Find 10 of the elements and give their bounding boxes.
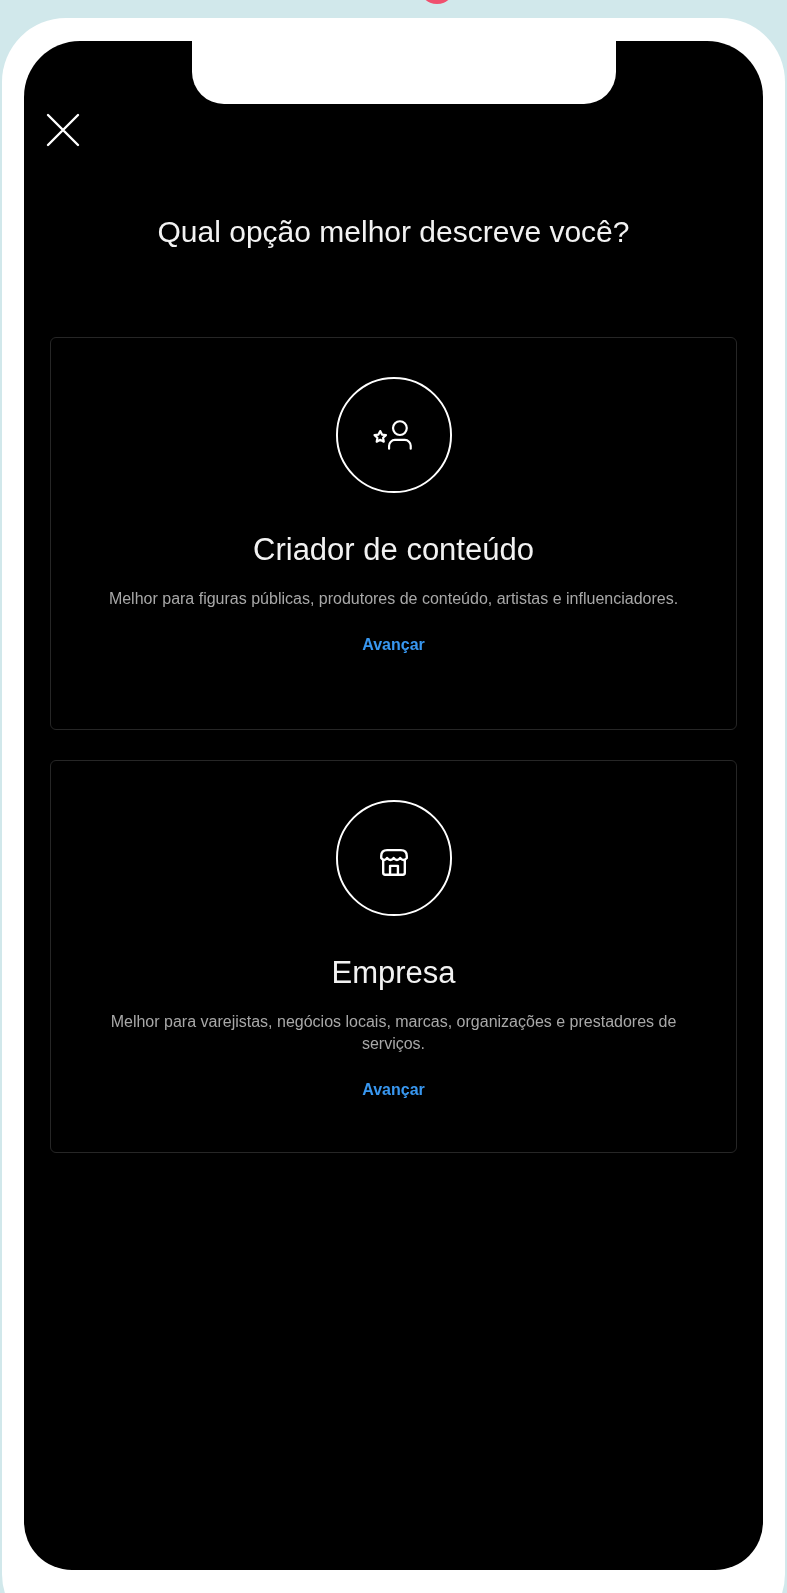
storefront-icon: [379, 848, 408, 876]
next-link[interactable]: Avançar: [362, 636, 425, 654]
option-description: Melhor para figuras públicas, produtores de conteúdo, artistas e influenciadores.: [108, 589, 679, 609]
star-person-icon: [372, 420, 412, 450]
close-icon[interactable]: [46, 113, 80, 147]
page-title: Qual opção melhor descreve você?: [156, 215, 631, 249]
option-title: Criador de conteúdo: [253, 532, 534, 568]
option-title: Empresa: [331, 955, 456, 991]
option-description: Melhor para varejistas, negócios locais, marcas, organizações e prestadores de serviços.: [109, 1012, 678, 1054]
next-link[interactable]: Avançar: [362, 1081, 425, 1099]
